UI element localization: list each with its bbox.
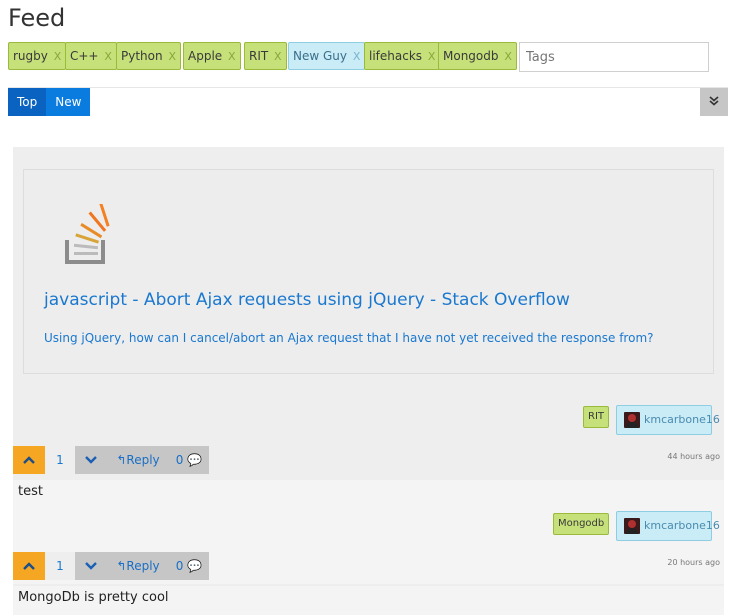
downvote-button[interactable]: [75, 552, 107, 580]
comment-action-bar: 1 ↰Reply 0 💬: [13, 552, 209, 580]
vote-count: 1: [45, 552, 75, 580]
tag-python[interactable]: Python X: [116, 42, 181, 70]
tag-apple[interactable]: Apple X: [183, 42, 241, 70]
divider: [8, 87, 728, 88]
sort-toggle: Top New: [8, 88, 91, 116]
sort-new-button[interactable]: New: [46, 88, 91, 116]
downvote-button[interactable]: [75, 446, 107, 474]
collapse-button[interactable]: [700, 88, 728, 116]
remove-tag-icon[interactable]: X: [353, 50, 361, 63]
remove-tag-icon[interactable]: X: [168, 50, 176, 63]
comments-button[interactable]: 0 💬: [169, 446, 209, 474]
chevron-up-icon: [23, 562, 35, 570]
tag-rugby[interactable]: rugby X: [8, 42, 67, 70]
remove-tag-icon[interactable]: X: [104, 50, 112, 63]
tag-lifehacks[interactable]: lifehacks X: [364, 42, 441, 70]
remove-tag-icon[interactable]: X: [54, 50, 62, 63]
remove-tag-icon[interactable]: X: [504, 50, 512, 63]
vote-count: 1: [45, 446, 75, 474]
tag-cpp[interactable]: C++ X: [65, 42, 117, 70]
chevron-down-icon: [85, 562, 97, 570]
reply-label: Reply: [126, 453, 160, 467]
feed-container: javascript - Abort Ajax requests using j…: [13, 147, 724, 615]
tag-label: Python: [121, 49, 163, 63]
remove-tag-icon[interactable]: X: [274, 50, 282, 63]
tag-new-guy[interactable]: New Guy X: [288, 42, 366, 70]
post-tag[interactable]: RIT: [583, 406, 610, 428]
comment-timestamp: 20 hours ago: [667, 558, 720, 567]
remove-tag-icon[interactable]: X: [228, 50, 236, 63]
username: kmcarbone16: [644, 413, 720, 426]
user-chip[interactable]: kmcarbone16: [616, 405, 720, 435]
comment: MongoDb is pretty cool: [13, 586, 724, 615]
tag-label: rugby: [13, 49, 48, 63]
tag-label: RIT: [249, 49, 269, 63]
tags-input[interactable]: [519, 42, 709, 72]
comments-button[interactable]: 0 💬: [169, 552, 209, 580]
username: kmcarbone16: [644, 519, 720, 532]
tag-label: C++: [70, 49, 99, 63]
post-timestamp: 44 hours ago: [667, 452, 720, 461]
comment-count: 0: [175, 559, 184, 573]
comment-text: test: [18, 484, 43, 499]
avatar: [624, 518, 640, 534]
page-title: Feed: [8, 4, 66, 32]
comment-text: MongoDb is pretty cool: [18, 590, 169, 605]
tag-label: lifehacks: [369, 49, 423, 63]
chevron-up-icon: [23, 456, 35, 464]
chevron-down-icon: [85, 456, 97, 464]
link-description: Using jQuery, how can I cancel/abort an …: [44, 331, 654, 345]
remove-tag-icon[interactable]: X: [428, 50, 436, 63]
reply-button[interactable]: ↰Reply: [107, 446, 169, 474]
tag-label: New Guy: [293, 49, 347, 63]
tag-mongodb[interactable]: Mongodb X: [438, 42, 517, 70]
upvote-button[interactable]: [13, 446, 45, 474]
reply-icon: ↰: [116, 559, 127, 573]
link-title[interactable]: javascript - Abort Ajax requests using j…: [44, 290, 570, 310]
comments-icon: 💬: [187, 453, 203, 467]
sort-top-button[interactable]: Top: [8, 88, 47, 116]
tag-label: Apple: [188, 49, 223, 63]
comments-icon: 💬: [187, 559, 203, 573]
double-chevron-down-icon: [709, 96, 719, 106]
post-action-bar: 1 ↰Reply 0 💬: [13, 446, 209, 474]
tag-rit[interactable]: RIT X: [244, 42, 287, 70]
upvote-button[interactable]: [13, 552, 45, 580]
comment-count: 0: [175, 453, 184, 467]
user-chip[interactable]: kmcarbone16: [616, 511, 720, 541]
avatar: [624, 412, 640, 428]
tag-label: Mongodb: [443, 49, 499, 63]
link-preview-card[interactable]: javascript - Abort Ajax requests using j…: [23, 169, 714, 374]
reply-label: Reply: [126, 559, 160, 573]
stackoverflow-logo: [65, 204, 110, 264]
comment-tag[interactable]: Mongodb: [553, 513, 610, 535]
reply-icon: ↰: [116, 453, 127, 467]
reply-button[interactable]: ↰Reply: [107, 552, 169, 580]
